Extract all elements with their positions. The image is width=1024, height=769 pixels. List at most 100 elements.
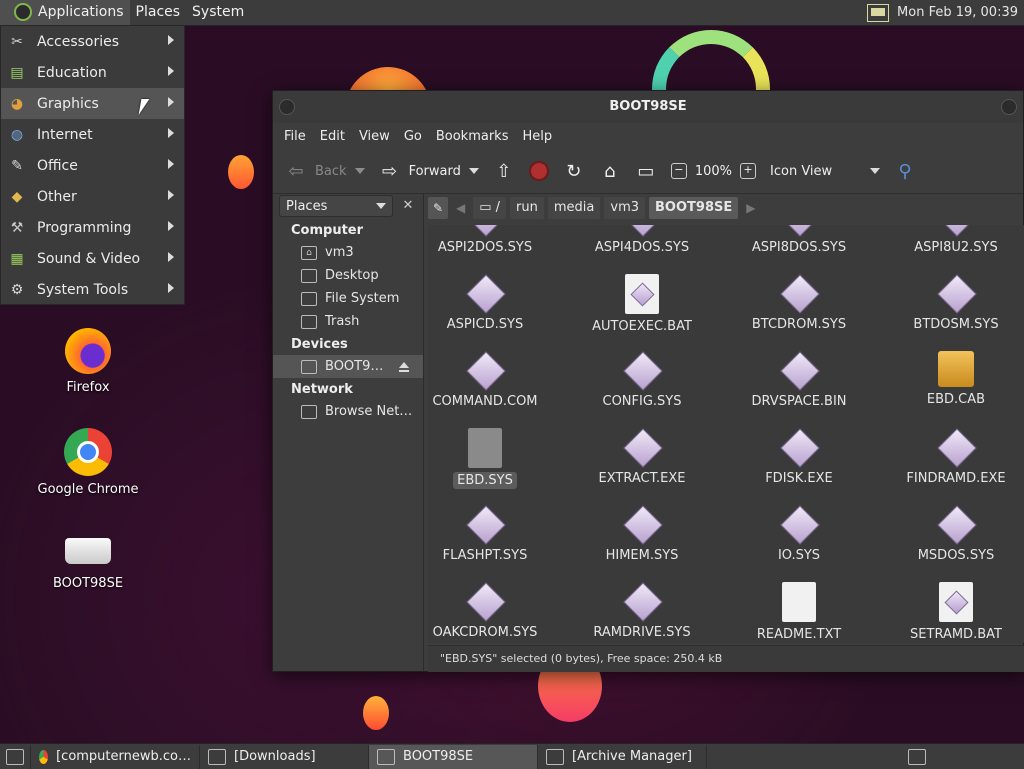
desktop-icon-chrome[interactable]: Google Chrome [33,428,143,497]
menu-file[interactable]: File [277,129,313,144]
chevron-left-icon[interactable]: ◀ [452,201,469,215]
edit-location-icon[interactable]: ✎ [428,197,448,219]
desktop-icon-label: Google Chrome [37,482,139,497]
file-item[interactable]: ASPI2DOS.SYS [428,225,560,256]
breadcrumb-root[interactable]: ▭ / [473,197,507,219]
file-item[interactable]: CONFIG.SYS [567,351,717,410]
task-archive-manager[interactable]: [Archive Manager] [538,744,707,769]
sidebar-item-vm3[interactable]: ⌂ vm3 [273,241,423,264]
eject-icon[interactable] [399,362,409,372]
menu-bookmarks[interactable]: Bookmarks [429,129,516,144]
file-item[interactable]: EBD.CAB [881,351,1024,408]
search-button[interactable]: ⚲ [890,156,920,186]
file-item[interactable]: AUTOEXEC.BAT [567,274,717,335]
workspace-switcher-icon[interactable] [908,748,926,765]
file-item[interactable]: ASPI4DOS.SYS [567,225,717,256]
icon-view[interactable]: ASPI2DOS.SYS ASPI4DOS.SYS ASPI8DOS.SYS ASPI… [428,225,1024,643]
menu-edit[interactable]: Edit [313,129,352,144]
sidebar-item-trash[interactable]: Trash [273,310,423,333]
file-item[interactable]: FDISK.EXE [724,428,874,487]
window-titlebar[interactable]: BOOT98SE [273,91,1023,123]
menu-item-system-tools[interactable]: ⚙ System Tools [1,274,184,305]
desktop-icon-boot98se[interactable]: BOOT98SE [33,530,143,591]
file-item[interactable]: ASPI8U2.SYS [881,225,1024,256]
show-desktop-icon [6,748,24,765]
sidebar-item-desktop[interactable]: Desktop [273,264,423,287]
zoom-in-button[interactable]: + [740,163,757,179]
file-item[interactable]: FINDRAMD.EXE [881,428,1024,487]
menu-item-office[interactable]: ✎ Office [1,150,184,181]
menu-item-accessories[interactable]: ✂ Accessories [1,26,184,57]
gear-icon: ⚙ [10,281,24,298]
file-name: IO.SYS [777,548,821,563]
file-item[interactable]: EXTRACT.EXE [567,428,717,487]
task-downloads[interactable]: [Downloads] [200,744,369,769]
applications-menu[interactable]: Applications [0,0,130,25]
system-menu[interactable]: System [186,0,250,25]
menu-item-internet[interactable]: ◍ Internet [1,119,184,150]
home-button[interactable]: ⌂ [595,156,625,186]
task-browser[interactable]: [computernewb.co… [31,744,200,769]
breadcrumb-media[interactable]: media [547,197,601,219]
forward-button[interactable]: ⇨ Forward [375,156,483,186]
sidebar-item-browse-network[interactable]: Browse Net… [273,400,423,423]
show-desktop-button[interactable] [0,744,31,769]
file-item[interactable]: DRVSPACE.BIN [724,351,874,410]
sidebar-selector[interactable]: Places [279,195,393,217]
menu-item-label: Internet [37,126,93,143]
window-close-button[interactable] [1001,99,1017,115]
menu-item-sound-video[interactable]: ▦ Sound & Video [1,243,184,274]
file-icon [623,225,661,235]
menu-item-other[interactable]: ◆ Other [1,181,184,212]
breadcrumb-vm3[interactable]: vm3 [604,197,646,219]
file-item[interactable]: SETRAMD.BAT [881,582,1024,643]
file-item[interactable]: IO.SYS [724,505,874,564]
menu-go[interactable]: Go [397,129,429,144]
file-item[interactable]: BTDOSM.SYS [881,274,1024,333]
up-button[interactable]: ⇧ [489,156,519,186]
stop-button[interactable] [525,156,553,186]
file-item[interactable]: RAMDRIVE.SYS [567,582,717,641]
file-item[interactable]: OAKCDROM.SYS [428,582,560,641]
zoom-out-button[interactable]: − [670,163,687,179]
sidebar-item-label: File System [325,291,400,306]
places-menu[interactable]: Places [130,0,187,25]
chevron-right-icon[interactable]: ▶ [742,201,759,215]
desktop-icon-firefox[interactable]: Firefox [33,328,143,395]
file-name: SETRAMD.BAT [910,627,1002,642]
trash-icon [301,314,317,329]
file-item[interactable]: BTCDROM.SYS [724,274,874,333]
computer-button[interactable]: ▭ [631,156,661,186]
drive-icon [301,359,317,374]
menu-item-programming[interactable]: ⚒ Programming [1,212,184,243]
close-sidebar-icon[interactable]: ✕ [399,197,417,215]
sidebar-item-boot98se[interactable]: BOOT9… [273,355,423,378]
menu-item-graphics[interactable]: ◕ Graphics [1,88,184,119]
file-item[interactable]: COMMAND.COM [428,351,560,410]
menu-item-label: Accessories [37,33,120,50]
back-button[interactable]: ⇦ Back [281,156,369,186]
computer-icon: ▭ [637,160,655,182]
file-item[interactable]: MSDOS.SYS [881,505,1024,564]
window-menu-button[interactable] [279,99,295,115]
file-item[interactable]: README.TXT [724,582,874,643]
menu-view[interactable]: View [352,129,397,144]
menu-help[interactable]: Help [515,129,559,144]
breadcrumb-run[interactable]: run [510,197,544,219]
breadcrumb-boot98se[interactable]: BOOT98SE [649,197,739,219]
file-item[interactable]: HIMEM.SYS [567,505,717,564]
view-mode-select[interactable]: Icon View [766,156,884,186]
file-item[interactable]: EBD.SYS [428,428,560,489]
file-name: ASPICD.SYS [446,317,524,332]
task-boot98se[interactable]: BOOT98SE [369,744,538,769]
monitor-icon[interactable] [867,3,890,22]
sidebar-item-file-system[interactable]: File System [273,287,423,310]
sidebar-item-label: Desktop [325,268,379,283]
menu-item-education[interactable]: ▤ Education [1,57,184,88]
file-item[interactable]: ASPI8DOS.SYS [724,225,874,256]
file-item[interactable]: ASPICD.SYS [428,274,560,333]
reload-button[interactable]: ↻ [559,156,589,186]
clock[interactable]: Mon Feb 19, 00:39 [897,5,1018,20]
file-item[interactable]: FLASHPT.SYS [428,505,560,564]
task-label: [Downloads] [234,749,316,764]
